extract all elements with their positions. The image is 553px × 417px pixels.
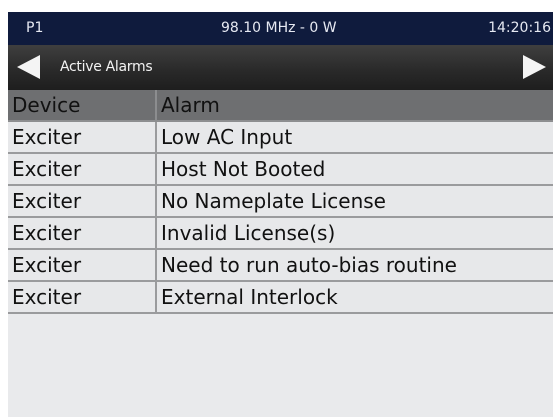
- table-header-row: Device Alarm: [8, 90, 553, 122]
- alarm-cell: Host Not Booted: [156, 153, 553, 186]
- table-row[interactable]: Exciter No Nameplate License: [8, 185, 553, 218]
- frequency-power-readout: 98.10 MHz - 0 W: [221, 20, 337, 36]
- page-title: Active Alarms: [60, 59, 153, 75]
- alarm-table: Device Alarm Exciter Low AC Input Excite…: [8, 90, 553, 314]
- triangle-left-icon: [17, 55, 40, 79]
- nav-bar: Active Alarms: [8, 45, 553, 90]
- table-row[interactable]: Exciter Host Not Booted: [8, 153, 553, 186]
- back-button[interactable]: [14, 53, 44, 81]
- alarm-cell: External Interlock: [156, 281, 553, 314]
- device-cell: Exciter: [8, 249, 157, 282]
- table-row[interactable]: Exciter Low AC Input: [8, 121, 553, 154]
- clock: 14:20:16: [488, 20, 551, 36]
- program-label: P1: [26, 20, 44, 36]
- device-cell: Exciter: [8, 185, 157, 218]
- device-cell: Exciter: [8, 217, 157, 250]
- device-cell: Exciter: [8, 121, 157, 154]
- device-cell: Exciter: [8, 281, 157, 314]
- alarm-cell: No Nameplate License: [156, 185, 553, 218]
- alarm-screen: P1 98.10 MHz - 0 W 14:20:16 Active Alarm…: [8, 12, 553, 417]
- device-cell: Exciter: [8, 153, 157, 186]
- status-bar: P1 98.10 MHz - 0 W 14:20:16: [8, 12, 553, 45]
- column-header-alarm[interactable]: Alarm: [156, 90, 553, 122]
- alarm-cell: Need to run auto-bias routine: [156, 249, 553, 282]
- column-header-device[interactable]: Device: [8, 90, 157, 122]
- table-row[interactable]: Exciter External Interlock: [8, 281, 553, 314]
- forward-button[interactable]: [519, 53, 549, 81]
- table-row[interactable]: Exciter Invalid License(s): [8, 217, 553, 250]
- triangle-right-icon: [523, 55, 546, 79]
- alarm-cell: Low AC Input: [156, 121, 553, 154]
- alarm-cell: Invalid License(s): [156, 217, 553, 250]
- table-row[interactable]: Exciter Need to run auto-bias routine: [8, 249, 553, 282]
